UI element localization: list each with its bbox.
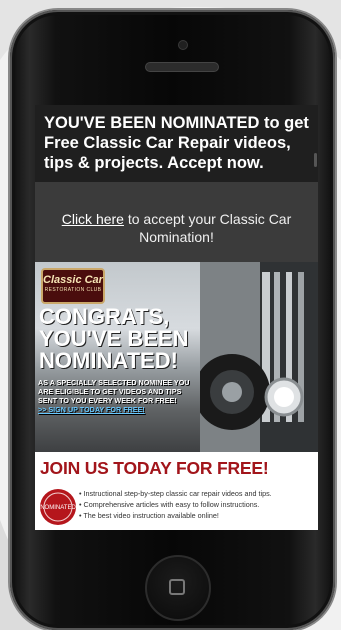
join-panel: JOIN US TODAY FOR FREE! NOMINATED Instru… — [35, 452, 318, 530]
scrollbar[interactable] — [314, 153, 317, 167]
home-square-icon — [169, 579, 185, 595]
signup-link[interactable]: >> SIGN UP TODAY FOR FREE! — [38, 405, 145, 414]
benefit-item: The best video instruction available onl… — [79, 510, 315, 521]
nominated-seal-icon: NOMINATED — [40, 489, 76, 525]
benefit-item: Comprehensive articles with easy to foll… — [79, 499, 315, 510]
ad-headline: CONGRATS, YOU'VE BEEN NOMINATED! — [39, 304, 189, 373]
accept-text: to accept your Classic Car Nomination! — [123, 211, 292, 245]
benefits-list: Instructional step-by-step classic car r… — [79, 488, 315, 521]
speaker-grille — [145, 62, 219, 72]
logo-title: Classic Car — [43, 274, 103, 286]
join-title: JOIN US TODAY FOR FREE! — [40, 458, 269, 478]
home-button[interactable] — [145, 555, 211, 621]
classic-car-logo: Classic Car RESTORATION CLUB — [41, 268, 105, 304]
benefit-item: Instructional step-by-step classic car r… — [79, 488, 315, 499]
nomination-header-text: YOU'VE BEEN NOMINATED to get Free Classi… — [44, 114, 309, 172]
seal-text: NOMINATED — [40, 505, 76, 511]
logo-subtitle: RESTORATION CLUB — [44, 287, 102, 293]
nomination-header: YOU'VE BEEN NOMINATED to get Free Classi… — [35, 105, 318, 182]
phone-screen: YOU'VE BEEN NOMINATED to get Free Classi… — [35, 105, 318, 530]
camera-icon — [178, 40, 188, 50]
ad-body: AS A SPECIALLY SELECTED NOMINEE YOU ARE … — [38, 378, 198, 414]
congrats-ad-banner[interactable]: Classic Car RESTORATION CLUB CONGRATS, Y… — [35, 262, 318, 452]
accept-panel: Click here to accept your Classic Car No… — [35, 182, 318, 262]
ad-body-text: AS A SPECIALLY SELECTED NOMINEE YOU ARE … — [38, 378, 190, 405]
click-here-link[interactable]: Click here — [62, 211, 124, 227]
classic-car-illustration — [200, 262, 318, 452]
